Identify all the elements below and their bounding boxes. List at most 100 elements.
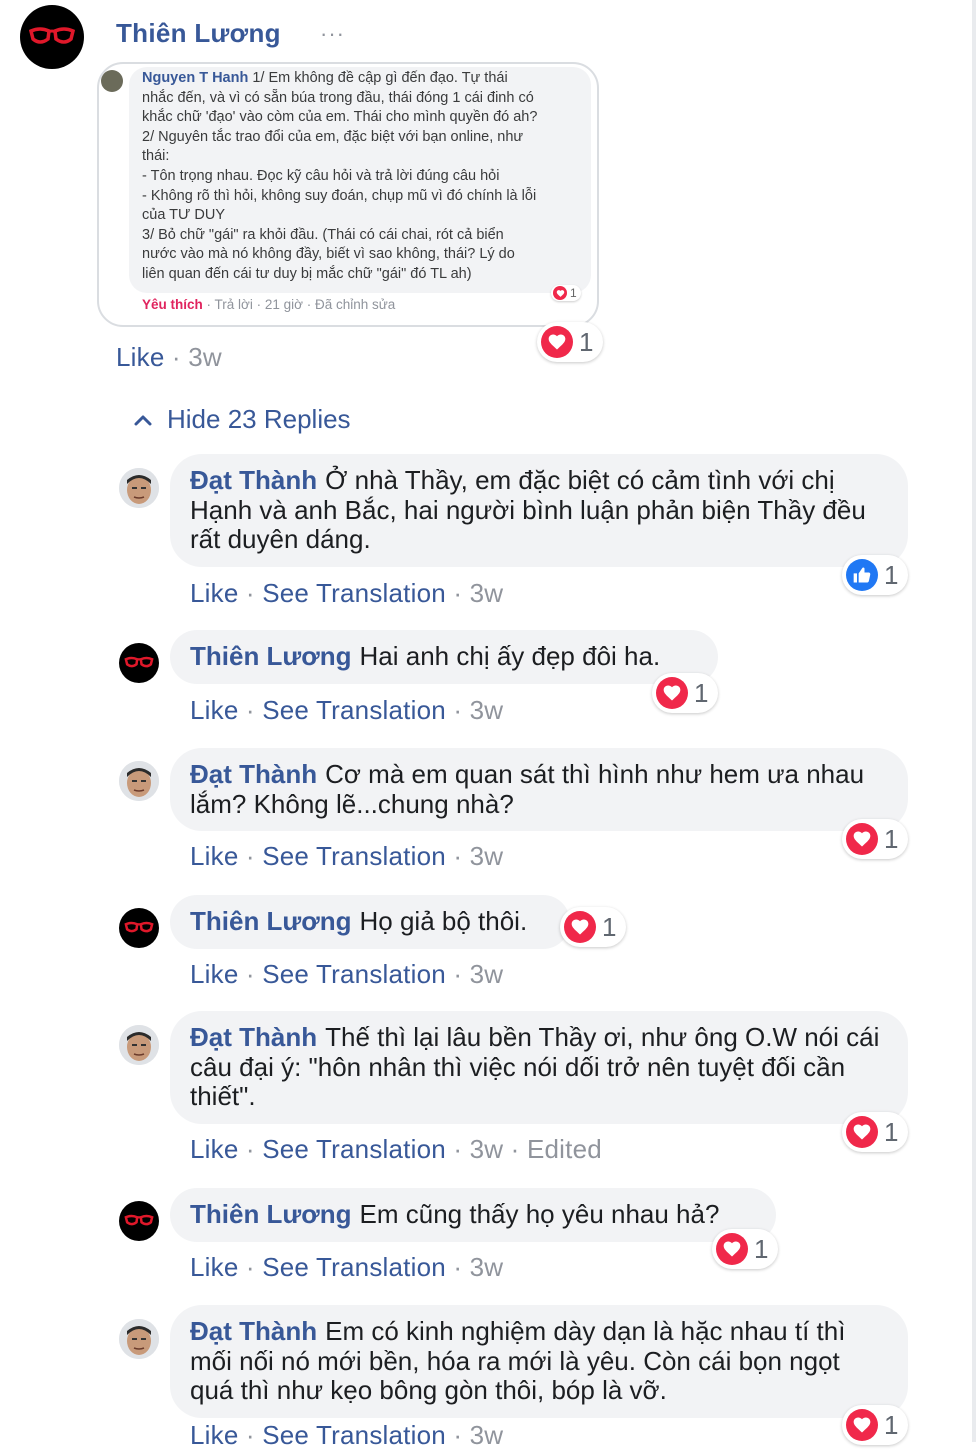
separator: ·	[238, 959, 263, 989]
reply-reaction-badge[interactable]: 1	[560, 907, 627, 947]
post-author-name[interactable]: Thiên Lương	[116, 18, 281, 49]
like-link[interactable]: Like	[116, 342, 165, 372]
reply-reaction-badge[interactable]: 1	[712, 1229, 779, 1269]
post-actions: Like · 3w	[116, 342, 222, 373]
reply-author-name[interactable]: Đạt Thành	[190, 1022, 317, 1052]
reply-comment-bubble: Thiên Lương Em cũng thấy họ yêu nhau hả?	[170, 1188, 776, 1242]
like-link[interactable]: Like	[190, 959, 239, 989]
screenshot-like-label: Yêu thích	[142, 297, 203, 312]
reply-author-name[interactable]: Đạt Thành	[190, 465, 317, 495]
reply-avatar[interactable]	[119, 468, 159, 508]
screenshot-author: Nguyen T Hanh	[142, 70, 249, 86]
like-link[interactable]: Like	[190, 1134, 239, 1164]
timestamp[interactable]: 3w	[188, 342, 222, 372]
timestamp[interactable]: 3w	[470, 695, 504, 725]
profile-photo	[119, 761, 159, 801]
reply-author-name[interactable]: Thiên Lương	[190, 641, 352, 671]
reply-text: Hai anh chị ấy đẹp đôi ha.	[359, 641, 661, 671]
screenshot-meta: Yêu thích · Trả lời · 21 giờ · Đã chỉnh …	[142, 297, 395, 312]
timestamp[interactable]: 3w	[470, 841, 504, 871]
see-translation-link[interactable]: See Translation	[262, 1134, 446, 1164]
reply-avatar[interactable]	[119, 1025, 159, 1065]
like-link[interactable]: Like	[190, 841, 239, 871]
separator: ·	[238, 695, 263, 725]
heart-icon	[846, 1116, 878, 1148]
see-translation-link[interactable]: See Translation	[262, 841, 446, 871]
screenshot-reaction-count: 1	[570, 286, 577, 300]
profile-photo	[119, 1025, 159, 1065]
see-translation-link[interactable]: See Translation	[262, 1252, 446, 1282]
heart-icon	[716, 1233, 748, 1265]
hide-replies-label: Hide 23 Replies	[167, 404, 351, 434]
hide-replies-toggle[interactable]: Hide 23 Replies	[133, 404, 351, 435]
reply-author-name[interactable]: Thiên Lương	[190, 906, 352, 936]
page-edge-divider	[972, 0, 976, 1442]
screenshot-avatar	[101, 70, 123, 92]
separator: ·	[445, 841, 470, 871]
reaction-count: 1	[884, 559, 899, 590]
separator: ·	[238, 578, 263, 608]
avatar[interactable]	[20, 5, 84, 69]
see-translation-link[interactable]: See Translation	[262, 1420, 446, 1450]
profile-photo	[119, 1319, 159, 1359]
glasses-icon	[124, 656, 154, 668]
reply-avatar[interactable]	[119, 1201, 159, 1241]
more-options-icon[interactable]: ···	[320, 23, 345, 45]
like-link[interactable]: Like	[190, 695, 239, 725]
heart-icon	[846, 823, 878, 855]
glasses-icon	[124, 1214, 154, 1226]
like-link[interactable]: Like	[190, 578, 239, 608]
timestamp[interactable]: 3w	[470, 1134, 504, 1164]
reply-actions: Like · See Translation · 3w	[190, 695, 503, 726]
see-translation-link[interactable]: See Translation	[262, 959, 446, 989]
reply-comment-bubble: Đạt Thành Em có kinh nghiệm dày dạn là hặ…	[170, 1305, 908, 1418]
like-link[interactable]: Like	[190, 1252, 239, 1282]
screenshot-comment-text: Nguyen T Hanh 1/ Em không đề cập gì đến …	[142, 69, 582, 285]
see-translation-link[interactable]: See Translation	[262, 695, 446, 725]
reaction-count: 1	[754, 1233, 769, 1264]
embedded-screenshot[interactable]: Nguyen T Hanh 1/ Em không đề cập gì đến …	[97, 62, 599, 327]
heart-icon	[553, 286, 567, 300]
reply-avatar[interactable]	[119, 908, 159, 948]
reaction-count: 1	[884, 1116, 899, 1147]
reply-avatar[interactable]	[119, 761, 159, 801]
reply-actions: Like · See Translation · 3w	[190, 1252, 503, 1283]
timestamp[interactable]: 3w	[470, 1252, 504, 1282]
timestamp[interactable]: 3w	[470, 578, 504, 608]
reply-reaction-badge[interactable]: 1	[842, 555, 909, 595]
reply-reaction-badge[interactable]: 1	[842, 819, 909, 859]
reply-text: Em cũng thấy họ yêu nhau hả?	[359, 1199, 720, 1229]
heart-icon	[541, 326, 573, 358]
reply-reaction-badge[interactable]: 1	[842, 1112, 909, 1152]
post-reaction-badge[interactable]: 1	[537, 322, 604, 362]
separator: ·	[238, 1420, 263, 1450]
heart-icon	[656, 677, 688, 709]
glasses-icon	[124, 921, 154, 933]
separator: ·	[445, 1420, 470, 1450]
reply-author-name[interactable]: Đạt Thành	[190, 759, 317, 789]
reply-reaction-badge[interactable]: 1	[652, 673, 719, 713]
like-link[interactable]: Like	[190, 1420, 239, 1450]
profile-photo	[119, 468, 159, 508]
reply-avatar[interactable]	[119, 643, 159, 683]
reply-reaction-badge[interactable]: 1	[842, 1405, 909, 1445]
separator: ·	[445, 1252, 470, 1282]
separator: ·	[238, 1252, 263, 1282]
heart-icon	[564, 911, 596, 943]
reply-comment-bubble: Thiên Lương Họ giả bộ thôi.	[170, 895, 570, 949]
reply-author-name[interactable]: Đạt Thành	[190, 1316, 317, 1346]
see-translation-link[interactable]: See Translation	[262, 578, 446, 608]
timestamp[interactable]: 3w	[470, 959, 504, 989]
reply-actions: Like · See Translation · 3w	[190, 578, 503, 609]
reply-avatar[interactable]	[119, 1319, 159, 1359]
reaction-count: 1	[602, 911, 617, 942]
timestamp[interactable]: 3w	[470, 1420, 504, 1450]
thumbs-up-icon	[846, 559, 878, 591]
reply-comment-bubble: Đạt Thành Ở nhà Thầy, em đặc biệt có cảm …	[170, 454, 908, 567]
reply-author-name[interactable]: Thiên Lương	[190, 1199, 352, 1229]
reaction-count: 1	[579, 326, 594, 357]
reply-actions: Like · See Translation · 3w · Edited	[190, 1134, 602, 1165]
glasses-icon	[28, 27, 76, 44]
reply-comment-bubble: Đạt Thành Thế thì lại lâu bền Thầy ơi, nh…	[170, 1011, 908, 1124]
edited-label[interactable]: Edited	[527, 1134, 602, 1164]
